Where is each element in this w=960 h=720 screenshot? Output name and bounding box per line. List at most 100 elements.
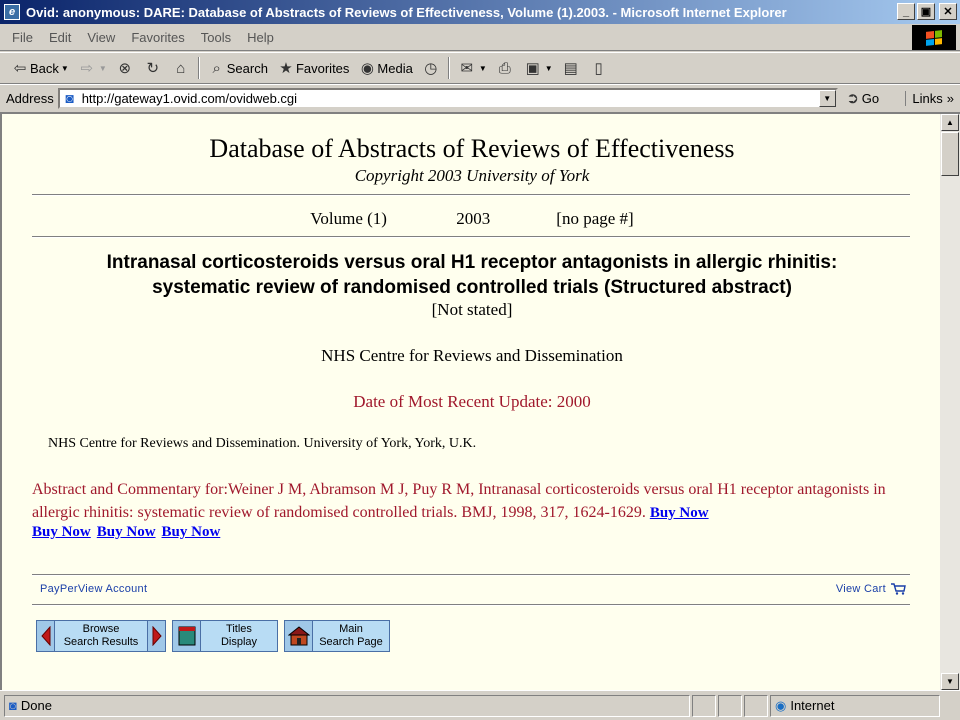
- address-line: NHS Centre for Reviews and Dissemination…: [48, 436, 477, 451]
- scroll-up-button[interactable]: ▲: [941, 114, 959, 131]
- article-title-line-1: Intranasal corticosteroids versus oral H…: [106, 252, 838, 273]
- search-label: Search: [226, 60, 268, 76]
- titles-display-button[interactable]: Titles Display: [172, 620, 278, 652]
- back-button[interactable]: ⇦ Back ▼: [6, 56, 73, 80]
- messenger-icon: ▯: [594, 60, 603, 77]
- vertical-scrollbar[interactable]: ▲ ▼: [940, 112, 960, 690]
- favorites-folder-icon: ★: [279, 60, 293, 77]
- window-title: Ovid: anonymous: DARE: Database of Abstr…: [26, 4, 787, 20]
- buy-now-link[interactable]: Buy Now: [32, 524, 91, 541]
- status-cell: [692, 694, 716, 717]
- window-controls: _ ▣ ✕: [897, 3, 957, 20]
- buy-now-link[interactable]: Buy Now: [650, 505, 709, 521]
- article-title-line-2: systematic review of randomised controll…: [152, 277, 792, 298]
- update-date: Date of Most Recent Update: 2000: [353, 392, 591, 411]
- address-input[interactable]: ◙ http://gateway1.ovid.com/ovidweb.cgi ▼: [57, 87, 838, 109]
- address-label: Address: [6, 90, 54, 106]
- search-button[interactable]: ⌕ Search: [203, 56, 272, 80]
- discuss-button[interactable]: ▤: [557, 56, 585, 80]
- buy-now-link[interactable]: Buy Now: [97, 524, 156, 541]
- address-dropdown-icon[interactable]: ▼: [818, 89, 836, 107]
- previous-arrow-icon[interactable]: [37, 621, 55, 651]
- minimize-button[interactable]: _: [897, 3, 915, 20]
- scroll-down-button[interactable]: ▼: [941, 673, 959, 690]
- print-button[interactable]: ⎙: [491, 56, 519, 80]
- edit-page-icon: ▣: [525, 60, 540, 77]
- menu-file[interactable]: File: [4, 30, 41, 45]
- menu-view[interactable]: View: [79, 30, 123, 45]
- database-title: Database of Abstracts of Reviews of Effe…: [209, 134, 735, 163]
- links-button[interactable]: Links »: [905, 90, 954, 106]
- menu-edit[interactable]: Edit: [41, 30, 79, 45]
- forward-button[interactable]: ⇨ ▼: [73, 56, 111, 80]
- globe-icon: ◉: [775, 697, 787, 713]
- source: NHS Centre for Reviews and Dissemination: [321, 346, 623, 365]
- address-bar: Address ◙ http://gateway1.ovid.com/ovidw…: [0, 84, 960, 111]
- titles-label-line-2: Display: [220, 636, 258, 648]
- article-title: Intranasal corticosteroids versus oral H…: [32, 250, 912, 300]
- print-icon: ⎙: [498, 59, 511, 77]
- go-label: Go: [861, 90, 880, 106]
- navigation-buttons: Browse Search Results Titles Display Main S…: [36, 620, 390, 652]
- cart-icon: [891, 583, 906, 595]
- main-label-line-2: Search Page: [319, 636, 383, 648]
- divider: [32, 236, 910, 238]
- buy-now-link[interactable]: Buy Now: [162, 524, 221, 541]
- menu-help[interactable]: Help: [239, 30, 282, 45]
- maximize-button[interactable]: ▣: [917, 3, 935, 20]
- home-icon: [285, 621, 313, 651]
- favorites-label: Favorites: [295, 60, 350, 76]
- volume-row: Volume (1) 2003 [no page #]: [2, 209, 942, 229]
- edit-dropdown-icon[interactable]: ▼: [545, 64, 553, 73]
- status-text: Done: [20, 698, 52, 713]
- status-bar: ◙ Done ◉ Internet: [0, 690, 960, 720]
- next-arrow-icon[interactable]: [147, 621, 165, 651]
- back-dropdown-icon[interactable]: ▼: [61, 64, 69, 73]
- view-cart-link[interactable]: View Cart: [836, 583, 906, 595]
- scroll-thumb[interactable]: [941, 132, 959, 176]
- mail-dropdown-icon[interactable]: ▼: [479, 64, 487, 73]
- menu-tools[interactable]: Tools: [193, 30, 239, 45]
- messenger-button[interactable]: ▯: [585, 56, 613, 80]
- menu-favorites[interactable]: Favorites: [123, 30, 192, 45]
- media-label: Media: [377, 60, 413, 76]
- browse-label-line-1: Browse: [82, 623, 120, 635]
- back-label: Back: [30, 60, 59, 76]
- toolbar-separator: [447, 57, 450, 79]
- links-chevron-icon: »: [946, 90, 954, 106]
- go-button[interactable]: ➲ Go: [844, 88, 879, 108]
- home-icon: ⌂: [176, 59, 186, 77]
- mail-button[interactable]: ✉ ▼: [453, 56, 491, 80]
- authors: [Not stated]: [431, 300, 513, 319]
- forward-dropdown-icon[interactable]: ▼: [99, 64, 107, 73]
- home-button[interactable]: ⌂: [167, 56, 195, 80]
- links-label: Links: [912, 90, 943, 106]
- stop-button[interactable]: ⊗: [111, 56, 139, 80]
- volume: Volume (1): [310, 209, 387, 228]
- back-arrow-icon: ⇦: [13, 60, 27, 77]
- toolbar: ⇦ Back ▼ ⇨ ▼ ⊗ ↻ ⌂ ⌕ Search ★ Favorites …: [0, 52, 960, 84]
- year: 2003: [456, 209, 491, 228]
- media-button[interactable]: ◉ Media: [353, 56, 416, 80]
- favorites-button[interactable]: ★ Favorites: [272, 56, 353, 80]
- titles-icon: [173, 621, 201, 651]
- divider: [32, 194, 910, 196]
- main-search-page-button[interactable]: Main Search Page: [284, 620, 390, 652]
- close-button[interactable]: ✕: [939, 3, 957, 20]
- refresh-button[interactable]: ↻: [139, 56, 167, 80]
- abstract-citation: Abstract and Commentary for:Weiner J M, …: [32, 478, 912, 525]
- edit-button[interactable]: ▣ ▼: [519, 56, 557, 80]
- ie-icon: e: [4, 4, 20, 20]
- address-url[interactable]: http://gateway1.ovid.com/ovidweb.cgi: [82, 91, 297, 106]
- status-cell: [718, 694, 742, 717]
- title-bar: e Ovid: anonymous: DARE: Database of Abs…: [0, 0, 960, 24]
- main-search-label: Main Search Page: [313, 621, 389, 651]
- abstract-text: Abstract and Commentary for:Weiner J M, …: [32, 481, 886, 521]
- payperview-account-link[interactable]: PayPerView Account: [40, 583, 147, 595]
- main-label-line-1: Main: [339, 623, 363, 635]
- page-done-icon: ◙: [9, 698, 17, 713]
- browse-search-results-button[interactable]: Browse Search Results: [36, 620, 166, 652]
- history-button[interactable]: ◷: [417, 56, 445, 80]
- buy-now-row: Buy Now Buy Now Buy Now: [32, 524, 220, 541]
- titles-label-line-1: Titles: [226, 623, 252, 635]
